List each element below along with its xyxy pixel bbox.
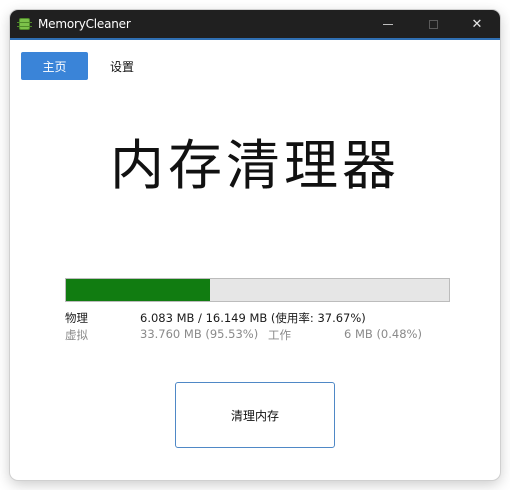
close-icon: ✕ bbox=[471, 16, 483, 32]
app-window: MemoryCleaner ✕ 主页 设置 内存清理器 物理 6.083 MB … bbox=[10, 10, 500, 480]
working-set-label: 工作 bbox=[268, 328, 291, 342]
tab-settings[interactable]: 设置 bbox=[102, 52, 142, 80]
virtual-memory-label: 虚拟 bbox=[65, 328, 88, 342]
physical-memory-value: 6.083 MB / 16.149 MB (使用率: 37.67%) bbox=[140, 311, 366, 325]
physical-memory-label: 物理 bbox=[65, 311, 88, 325]
window-title: MemoryCleaner bbox=[38, 17, 131, 31]
memory-chip-icon bbox=[17, 18, 32, 30]
clean-memory-button[interactable]: 清理内存 bbox=[175, 382, 335, 448]
tab-home[interactable]: 主页 bbox=[21, 52, 88, 80]
virtual-memory-value: 33.760 MB (95.53%) bbox=[140, 327, 259, 341]
memory-usage-progress-bar bbox=[65, 278, 450, 302]
title-bar[interactable]: MemoryCleaner ✕ bbox=[10, 10, 500, 40]
close-button[interactable]: ✕ bbox=[455, 10, 499, 38]
minimize-button[interactable] bbox=[366, 10, 410, 38]
working-set-value: 6 MB (0.48%) bbox=[344, 327, 422, 341]
memory-usage-progress-fill bbox=[66, 279, 211, 301]
maximize-button[interactable] bbox=[411, 10, 455, 38]
page-title: 内存清理器 bbox=[110, 134, 400, 197]
maximize-icon bbox=[428, 19, 438, 29]
minimize-icon bbox=[383, 23, 393, 25]
